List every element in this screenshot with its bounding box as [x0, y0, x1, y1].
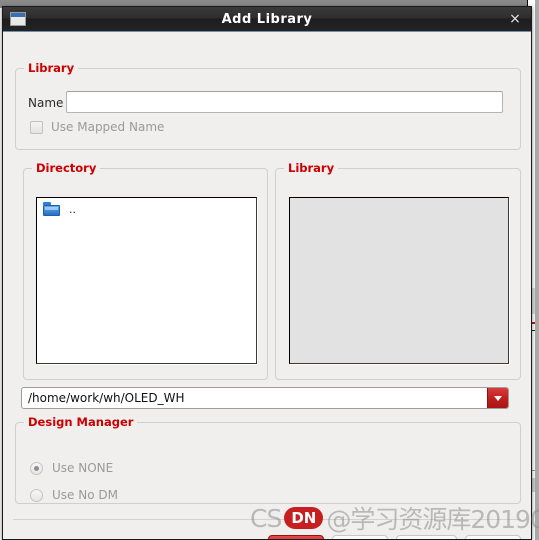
design-manager-group-legend: Design Manager	[24, 415, 138, 429]
list-item[interactable]: ..	[37, 198, 256, 216]
cancel-button[interactable]: Cancel	[396, 535, 457, 539]
use-mapped-name-label: Use Mapped Name	[51, 120, 165, 134]
dialog-title: Add Library	[221, 11, 313, 27]
ok-button[interactable]: OK	[268, 535, 325, 539]
radio-use-none-label: Use NONE	[52, 461, 114, 475]
directory-path-value: /home/work/wh/OLED_WH	[28, 391, 185, 405]
library-list-group: Library	[275, 161, 521, 380]
apply-button[interactable]: Apply	[332, 535, 389, 539]
window-icon	[10, 12, 26, 26]
close-icon[interactable]: ×	[507, 11, 523, 27]
use-mapped-name-checkbox[interactable]	[30, 120, 43, 134]
use-mapped-name-row[interactable]: Use Mapped Name	[30, 120, 164, 134]
library-list-group-legend: Library	[284, 161, 339, 175]
folder-icon	[43, 202, 60, 216]
radio-use-none[interactable]	[30, 461, 43, 475]
list-item-label: ..	[69, 202, 76, 216]
library-group: Library Name Use Mapped Name	[15, 61, 521, 150]
help-button[interactable]: Help	[465, 535, 521, 539]
design-manager-option-nodm[interactable]: Use No DM	[30, 488, 118, 502]
name-label: Name	[28, 96, 64, 110]
directory-listbox[interactable]: ..	[36, 197, 257, 364]
design-manager-option-none[interactable]: Use NONE	[30, 461, 113, 475]
radio-use-no-dm-label: Use No DM	[52, 488, 118, 502]
footer-separator	[13, 519, 521, 520]
radio-use-no-dm[interactable]	[30, 488, 43, 502]
dialog-body: Library Name Use Mapped Name Directory .…	[3, 32, 531, 539]
dialog-titlebar[interactable]: Add Library ×	[3, 7, 531, 32]
directory-group: Directory ..	[23, 161, 268, 380]
directory-group-legend: Directory	[32, 161, 101, 175]
library-group-legend: Library	[24, 61, 79, 75]
chevron-down-icon[interactable]	[487, 388, 508, 408]
directory-path-combobox[interactable]: /home/work/wh/OLED_WH	[21, 387, 509, 409]
name-input[interactable]	[66, 91, 503, 113]
add-library-dialog: Add Library × Library Name Use Mapped Na…	[2, 6, 532, 540]
library-listbox[interactable]	[289, 197, 509, 364]
design-manager-group: Design Manager Use NONE Use No DM	[15, 415, 521, 504]
dialog-button-row: OK Apply Cancel Help	[268, 535, 521, 539]
background-right-edge	[535, 0, 539, 540]
